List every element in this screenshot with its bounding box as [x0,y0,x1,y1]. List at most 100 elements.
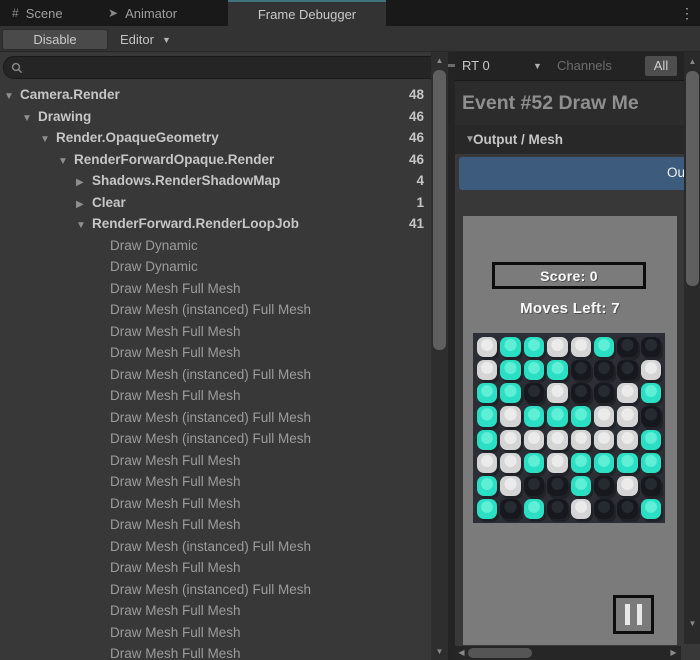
tree-row[interactable]: Draw Dynamic [0,256,430,278]
game-token-teal [524,453,544,473]
game-token-teal [500,360,520,380]
tree-row[interactable]: Draw Mesh Full Mesh [0,342,430,364]
tree-row-label: Draw Mesh Full Mesh [110,324,241,339]
bottom-scrollbar-thumb[interactable] [468,648,532,658]
game-token-white [571,337,591,357]
tree-row[interactable]: ▼Drawing46 [0,106,430,128]
game-token-dark [547,499,567,519]
tree-row[interactable]: Draw Mesh Full Mesh [0,622,430,644]
game-token-teal [641,430,661,450]
game-token-dark [594,360,614,380]
scroll-up-icon[interactable]: ▲ [431,54,448,67]
scroll-down-icon[interactable]: ▼ [684,617,700,630]
tree-row[interactable]: Draw Mesh (instanced) Full Mesh [0,364,430,386]
tree-row-label: Render.OpaqueGeometry [56,130,219,145]
channels-all-button[interactable]: All [645,56,677,76]
tree-row-label: Draw Mesh (instanced) Full Mesh [110,302,311,317]
score-box: Score: 0 [492,262,646,289]
output-mesh-foldout[interactable]: ▼ Output / Mesh [455,125,700,154]
tree-row[interactable]: ▼RenderForwardOpaque.Render46 [0,149,430,171]
tree-row[interactable]: Draw Mesh Full Mesh [0,385,430,407]
foldout-arrow-icon[interactable]: ▼ [4,86,20,108]
tree-row[interactable]: Draw Mesh Full Mesh [0,600,430,622]
game-token-teal [500,337,520,357]
scene-grid-icon: # [12,6,19,20]
game-token-white [500,430,520,450]
scroll-down-icon[interactable]: ▼ [431,645,448,658]
tree-row[interactable]: Draw Mesh (instanced) Full Mesh [0,407,430,429]
tab-frame-debugger-label: Frame Debugger [258,7,356,22]
tree-row[interactable]: Draw Mesh Full Mesh [0,450,430,472]
tree-row-label: Clear [92,195,126,210]
tab-animator[interactable]: ➤ Animator [96,0,216,26]
foldout-arrow-icon[interactable]: ▶ [76,194,92,216]
tree-row-label: RenderForward.RenderLoopJob [92,216,299,231]
output-tab-selected[interactable]: Ou [459,157,700,190]
foldout-arrow-icon[interactable]: ▶ [76,172,92,194]
foldout-arrow-icon[interactable]: ▼ [455,134,473,145]
game-token-teal [500,383,520,403]
tree-row-label: Draw Mesh Full Mesh [110,281,241,296]
pause-bar-icon [637,604,642,625]
rt-dropdown[interactable]: RT 0 [462,58,490,73]
left-scrollbar-thumb[interactable] [433,70,446,350]
disable-button[interactable]: Disable [2,29,108,50]
tree-row[interactable]: Draw Mesh (instanced) Full Mesh [0,579,430,601]
bottom-scrollbar[interactable]: ◀ ▶ [455,646,681,660]
tab-scene[interactable]: # Scene [0,0,96,26]
tree-row[interactable]: Draw Mesh Full Mesh [0,493,430,515]
tree-row[interactable]: ▼Render.OpaqueGeometry46 [0,127,430,149]
foldout-arrow-icon[interactable]: ▼ [58,151,74,173]
event-count: 1 [416,192,424,214]
tree-row[interactable]: ▶Clear 1 [0,192,430,214]
tree-row[interactable]: Draw Mesh (instanced) Full Mesh [0,299,430,321]
tree-row-label: Draw Mesh (instanced) Full Mesh [110,367,311,382]
tree-row[interactable]: ▼RenderForward.RenderLoopJob41 [0,213,430,235]
scroll-left-icon[interactable]: ◀ [455,646,468,660]
chevron-down-icon[interactable]: ▼ [533,61,542,71]
window-menu-icon[interactable]: ⋮ [678,3,696,23]
foldout-arrow-icon[interactable]: ▼ [22,108,38,130]
tab-animator-label: Animator [125,6,177,21]
render-preview: Score: 0 Moves Left: 7 [463,216,677,645]
tree-row-label: Draw Mesh Full Mesh [110,496,241,511]
tree-row[interactable]: ▶Shadows.RenderShadowMap4 [0,170,430,192]
right-scrollbar[interactable]: ▲ ▼ [684,52,700,644]
tree-row[interactable]: ▼Camera.Render48 [0,84,430,106]
game-token-teal [547,360,567,380]
tree-row[interactable]: Draw Dynamic [0,235,430,257]
output-tab-label: Ou [667,165,685,180]
game-token-dark [571,383,591,403]
tree-row-label: Draw Mesh (instanced) Full Mesh [110,431,311,446]
game-token-teal [594,337,614,357]
game-token-dark [524,383,544,403]
game-token-teal [477,430,497,450]
game-token-dark [547,476,567,496]
game-token-white [571,499,591,519]
tree-row[interactable]: Draw Mesh Full Mesh [0,471,430,493]
game-token-dark [641,476,661,496]
tree-row-label: Draw Mesh Full Mesh [110,646,241,660]
tree-row-label: Camera.Render [20,87,120,102]
right-scrollbar-thumb[interactable] [686,71,699,286]
tree-row-label: Draw Mesh (instanced) Full Mesh [110,582,311,597]
foldout-arrow-icon[interactable]: ▼ [40,129,56,151]
tree-row-label: Draw Mesh (instanced) Full Mesh [110,410,311,425]
tab-frame-debugger[interactable]: Frame Debugger [228,0,386,26]
tree-row[interactable]: Draw Mesh Full Mesh [0,514,430,536]
search-input[interactable] [3,56,445,79]
scroll-right-icon[interactable]: ▶ [667,646,680,660]
tree-row[interactable]: Draw Mesh Full Mesh [0,321,430,343]
tree-row[interactable]: Draw Mesh (instanced) Full Mesh [0,428,430,450]
tree-row-label: Drawing [38,109,91,124]
game-token-white [477,453,497,473]
tree-row[interactable]: Draw Mesh Full Mesh [0,643,430,660]
tree-row[interactable]: Draw Mesh Full Mesh [0,557,430,579]
target-dropdown[interactable]: Editor ▼ [112,29,179,50]
left-scrollbar[interactable]: ▲ ▼ [431,52,448,660]
scroll-up-icon[interactable]: ▲ [684,55,700,68]
tree-row[interactable]: Draw Mesh (instanced) Full Mesh [0,536,430,558]
frame-debugger-toolbar: Disable Editor ▼ 52 ◀ ▶ [0,26,700,52]
tree-row[interactable]: Draw Mesh Full Mesh [0,278,430,300]
foldout-arrow-icon[interactable]: ▼ [76,215,92,237]
